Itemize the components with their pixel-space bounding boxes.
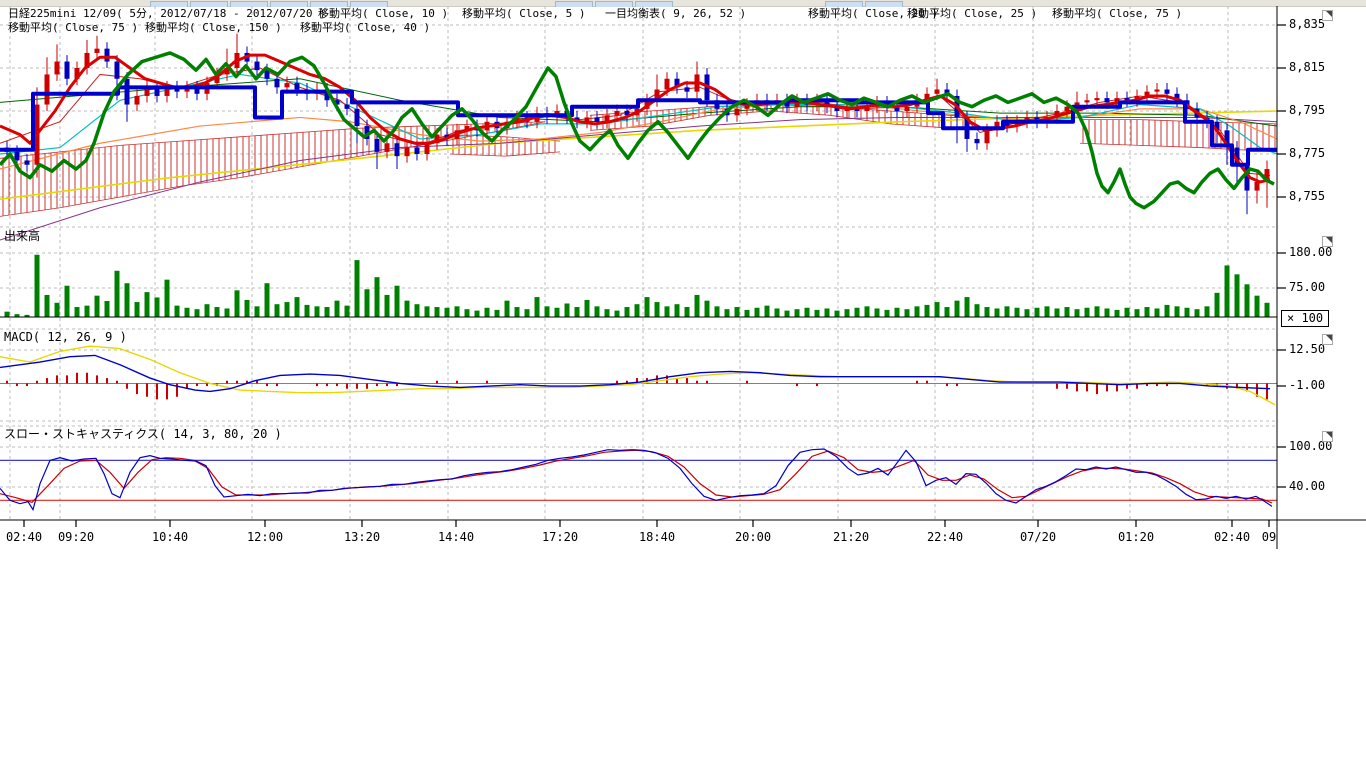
indicator-label: 移動平均( Close, 40 ): [300, 21, 430, 34]
volume-scale-box: × 100: [1281, 310, 1329, 327]
time-axis-label: 22:40: [927, 531, 963, 544]
macd-line: [0, 355, 1270, 391]
time-axis-label: 07/20: [1020, 531, 1056, 544]
time-axis-label: 18:40: [639, 531, 675, 544]
volume-panel-corner-icon[interactable]: [1322, 236, 1333, 247]
indicator-label: 移動平均( Close, 75 ): [8, 21, 138, 34]
macd-panel-label: MACD( 12, 26, 9 ): [4, 331, 127, 344]
time-axis-label: 02:40: [6, 531, 42, 544]
indicator-label: 移動平均( Close, 5 ): [462, 7, 585, 20]
price-panel-corner-icon[interactable]: [1322, 10, 1333, 21]
volume-axis-tick: 180.00: [1289, 246, 1332, 259]
time-axis-label: 01:20: [1118, 531, 1154, 544]
stoch-panel-label: スロー・ストキャスティクス( 14, 3, 80, 20 ): [4, 428, 282, 441]
time-axis-label: 10:40: [152, 531, 188, 544]
time-axis-label: 14:40: [438, 531, 474, 544]
stoch-d-line: [0, 450, 1272, 503]
indicator-label: 移動平均( Close, 150 ): [145, 21, 282, 34]
price-axis-tick: 8,835: [1289, 18, 1325, 31]
price-axis-tick: 8,775: [1289, 147, 1325, 160]
stoch-panel-corner-icon[interactable]: [1322, 431, 1333, 442]
price-axis-tick: 8,755: [1289, 190, 1325, 203]
chart-application-window: 日経225mini 12/09( 5分, 2012/07/18 - 2012/0…: [0, 0, 1366, 768]
volume-axis-tick: 75.00: [1289, 281, 1325, 294]
chart-canvas[interactable]: [0, 0, 1366, 560]
volume-panel-label: 出来高: [4, 230, 40, 243]
indicator-label: 移動平均( Close, 75 ): [1052, 7, 1182, 20]
indicator-label: 日経225mini 12/09( 5分, 2012/07/18 - 2012/0…: [8, 7, 326, 20]
time-axis-label: 09:20: [58, 531, 94, 544]
macd-signal-line: [0, 346, 1275, 405]
time-axis-label: 09: [1262, 531, 1276, 544]
indicator-label: 移動平均( Close, 25 ): [907, 7, 1037, 20]
price-axis-tick: 8,795: [1289, 104, 1325, 117]
time-axis-label: 17:20: [542, 531, 578, 544]
time-axis-label: 02:40: [1214, 531, 1250, 544]
time-axis-label: 12:00: [247, 531, 283, 544]
stoch-axis-tick: 40.00: [1289, 480, 1325, 493]
macd-panel-corner-icon[interactable]: [1322, 334, 1333, 345]
indicator-label: 一目均衡表( 9, 26, 52 ): [605, 7, 746, 20]
macd-axis-tick: 12.50: [1289, 343, 1325, 356]
macd-axis-tick: -1.00: [1289, 379, 1325, 392]
price-axis-tick: 8,815: [1289, 61, 1325, 74]
time-axis-label: 20:00: [735, 531, 771, 544]
time-axis-label: 13:20: [344, 531, 380, 544]
indicator-label: 移動平均( Close, 10 ): [318, 7, 448, 20]
time-axis-label: 21:20: [833, 531, 869, 544]
